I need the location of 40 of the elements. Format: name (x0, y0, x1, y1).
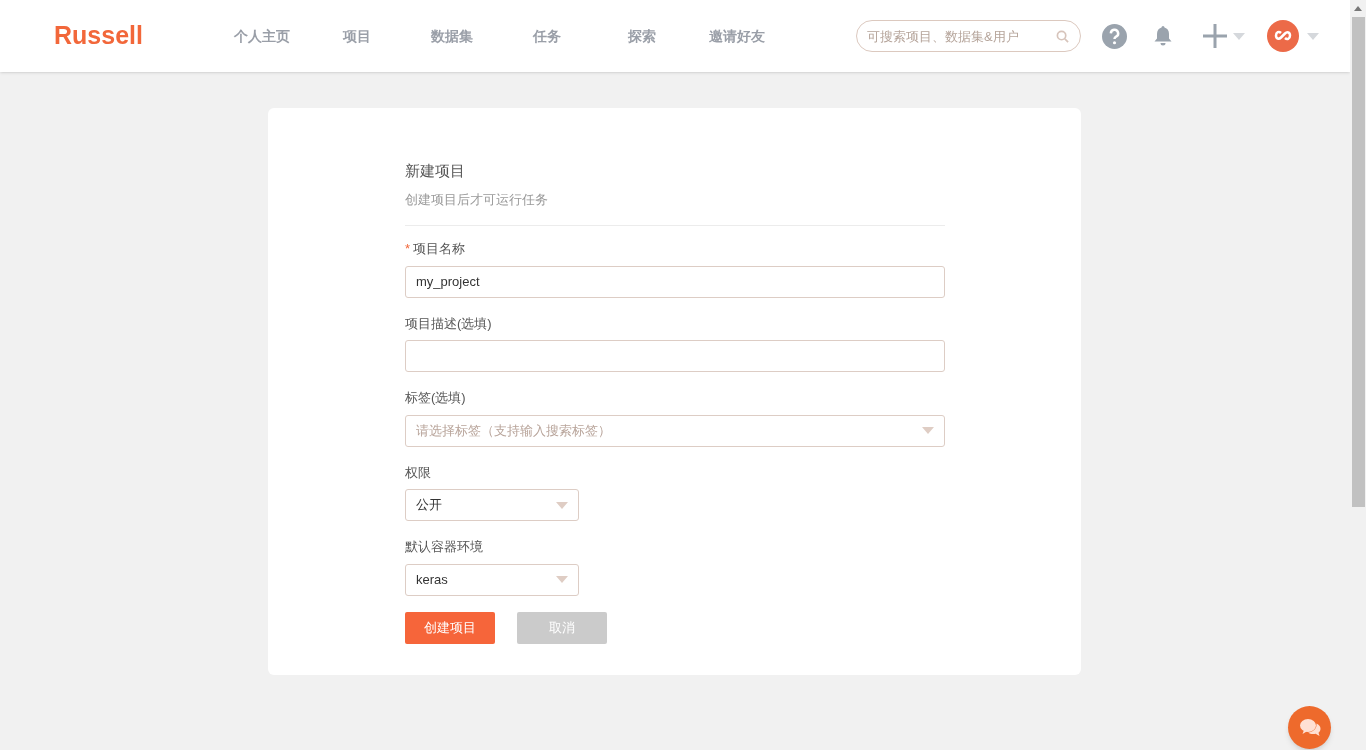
field-label: 项目名称 (413, 240, 466, 258)
field-label: 默认容器环境 (405, 538, 483, 556)
nav-link[interactable]: 邀请好友 (689, 25, 784, 47)
select-field[interactable]: keras (405, 563, 579, 596)
logo[interactable]: Russell (54, 17, 204, 55)
scroll-up-icon[interactable] (1354, 6, 1362, 11)
help-icon[interactable] (1102, 23, 1127, 49)
user-menu-button[interactable] (1267, 20, 1319, 52)
search-field[interactable]: 可搜索项目、数据集&用户 (856, 20, 1081, 52)
search-icon (1056, 30, 1069, 43)
caret-icon (1307, 32, 1319, 40)
select-field[interactable]: 公开 (405, 489, 579, 521)
bell-icon[interactable] (1153, 25, 1173, 47)
caret-icon (556, 576, 568, 583)
nav-link[interactable]: 探索 (594, 25, 689, 47)
form-title: 新建项目 (405, 161, 466, 181)
plus-icon (1203, 24, 1227, 48)
avatar-icon (1267, 20, 1299, 52)
nav-link[interactable]: 项目 (309, 25, 404, 47)
field-label: 权限 (405, 463, 431, 482)
form-subtitle: 创建项目后才可运行任务 (405, 190, 549, 209)
caret-icon (922, 427, 934, 434)
field-label: 项目描述(选填) (405, 314, 492, 333)
chat-button[interactable] (1288, 706, 1331, 749)
create-button[interactable]: 创建项目 (405, 611, 495, 644)
scrollbar-thumb[interactable] (1351, 17, 1365, 507)
caret-icon (556, 501, 568, 509)
field-label: 标签(选填) (405, 389, 466, 407)
text-field[interactable] (405, 340, 945, 372)
text-field[interactable]: my_project (405, 265, 945, 298)
select-field[interactable]: 请选择标签（支持输入搜索标签） (405, 414, 945, 447)
nav-link[interactable]: 数据集 (404, 25, 499, 47)
create-menu-button[interactable] (1203, 24, 1245, 48)
select-value: keras (416, 570, 448, 589)
nav-link[interactable]: 任务 (499, 25, 594, 47)
caret-icon (1233, 32, 1245, 40)
required-mark: * (405, 240, 411, 258)
select-placeholder: 请选择标签（支持输入搜索标签） (416, 421, 611, 440)
select-value: 公开 (416, 496, 442, 515)
nav-link[interactable]: 个人主页 (214, 25, 309, 47)
